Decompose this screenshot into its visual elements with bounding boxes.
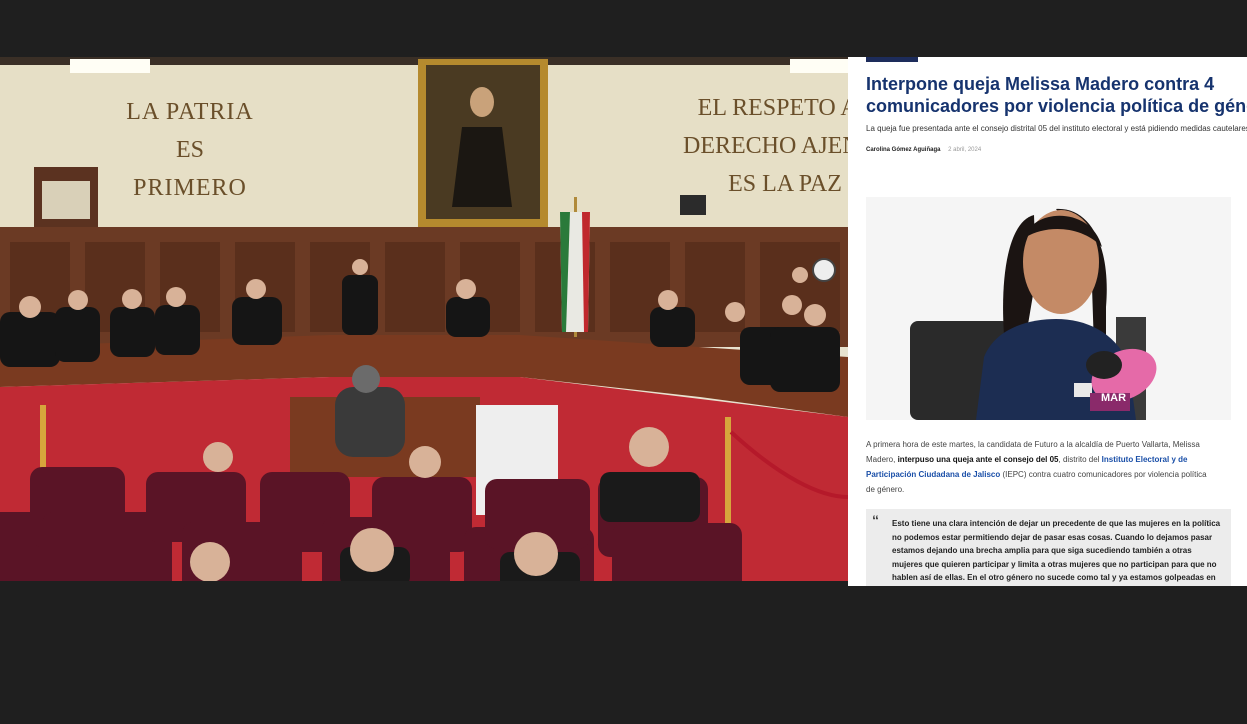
headline-line-2: comunicadores por violencia política de … bbox=[866, 96, 1247, 116]
article-paragraph: A primera hora de este martes, la candid… bbox=[866, 440, 1207, 494]
highlight-text: interpuso una queja ante el consejo del … bbox=[897, 455, 1059, 464]
headline-line-1: Interpone queja Melissa Madero contra 4 bbox=[866, 74, 1215, 94]
quote-text: Esto tiene una clara intención de dejar … bbox=[892, 519, 1221, 582]
article-subtitle: La queja fue presentada ante el consejo … bbox=[866, 124, 1247, 133]
category-bar bbox=[866, 57, 918, 62]
wall-text-left-3: PRIMERO bbox=[133, 175, 247, 201]
article-headline[interactable]: Interpone queja Melissa Madero contra 4 … bbox=[866, 73, 1247, 117]
quote-icon: “ bbox=[872, 512, 879, 528]
author-link[interactable]: Carolina Gómez Aguiñaga bbox=[866, 147, 940, 153]
courtroom-photo: LA PATRIA ES PRIMERO EL RESPETO AL DEREC… bbox=[0, 57, 848, 581]
news-article: Interpone queja Melissa Madero contra 4 … bbox=[848, 57, 1247, 586]
publish-date: 2 abril, 2024 bbox=[948, 147, 982, 153]
blockquote: “ Esto tiene una clara intención de deja… bbox=[866, 509, 1231, 586]
wall-text-left-2: ES bbox=[176, 137, 204, 163]
wall-text-right-1: EL RESPETO AL bbox=[698, 95, 848, 121]
wall-text-right-2: DERECHO AJENO bbox=[683, 133, 848, 159]
article-photo: MAR bbox=[866, 197, 1231, 420]
article-meta: Carolina Gómez Aguiñaga 2 abril, 2024 bbox=[866, 147, 981, 153]
wall-text-left-1: LA PATRIA bbox=[126, 99, 253, 125]
mic-logo: MAR bbox=[1101, 392, 1126, 404]
wall-text-right-3: ES LA PAZ bbox=[728, 171, 842, 197]
